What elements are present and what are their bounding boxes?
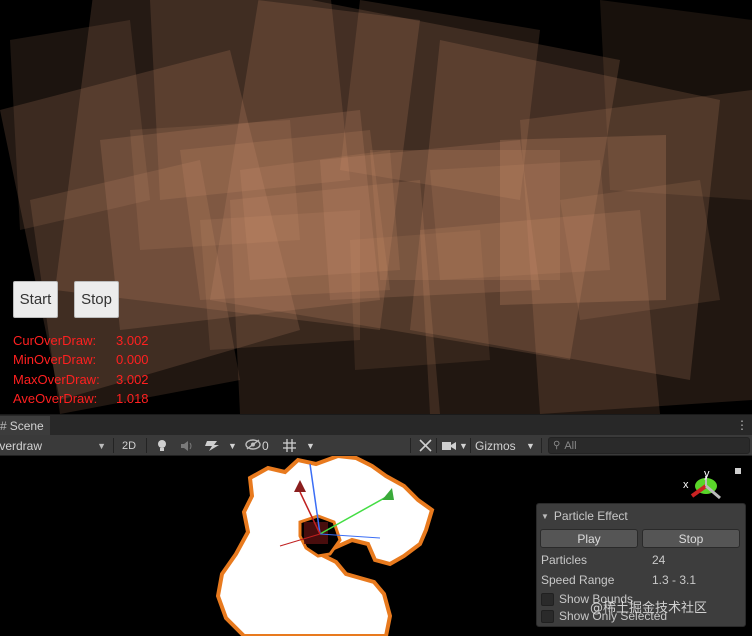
play-button[interactable]: Play (540, 529, 638, 548)
tab-scene[interactable]: # Scene (0, 416, 50, 436)
chevron-down-icon: ▼ (97, 440, 106, 451)
gizmo-x-label: x (683, 479, 689, 491)
row-label: Speed Range (541, 573, 615, 587)
chevron-down-icon[interactable]: ▼ (306, 435, 315, 456)
tools-icon[interactable] (418, 435, 432, 456)
particle-effect-title: Particle Effect (553, 509, 628, 523)
divider (541, 438, 542, 453)
stat-label: MinOverDraw: (13, 352, 97, 367)
chevron-down-icon[interactable]: ▼ (526, 435, 535, 456)
row-label: Particles (541, 553, 588, 567)
stat-value: 0.000 (116, 352, 149, 367)
gizmo-y-label: y (704, 468, 710, 480)
chevron-down-icon[interactable]: ▼ (228, 435, 237, 456)
stop-button[interactable]: Stop (642, 529, 740, 548)
hidden-count: 0 (262, 438, 269, 453)
ave-overdraw-stat: AveOverDraw: 1.018 (13, 391, 153, 409)
scene-toolbar: Overdraw ▼ 2D ▼ 0 ▼ (0, 435, 752, 456)
divider (436, 438, 437, 453)
stat-value: 3.002 (116, 372, 149, 387)
row-value: 24 (652, 553, 666, 567)
hidden-objects-toggle[interactable]: 0 (245, 435, 275, 456)
stat-label: MaxOverDraw: (13, 372, 100, 387)
chevron-down-icon[interactable]: ▼ (459, 435, 468, 456)
stat-label: CurOverDraw: (13, 333, 97, 348)
cur-overdraw-stat: CurOverDraw: 3.002 (13, 333, 153, 351)
stop-button[interactable]: Stop (74, 281, 119, 318)
stat-value: 1.018 (116, 391, 149, 406)
divider (146, 438, 147, 453)
search-field[interactable]: ⚲ All (548, 437, 750, 454)
grid-icon[interactable] (282, 435, 296, 456)
stat-label: AveOverDraw: (13, 391, 98, 406)
triangle-down-icon: ▼ (541, 511, 549, 521)
lightbulb-icon[interactable] (155, 435, 169, 456)
toggle-2d-button[interactable]: 2D (118, 435, 140, 456)
checkbox-box[interactable] (541, 592, 554, 606)
tab-scene-label: Scene (9, 419, 44, 433)
draw-mode-dropdown[interactable]: Overdraw ▼ (0, 435, 110, 456)
speaker-icon[interactable] (180, 435, 194, 456)
divider (113, 438, 114, 453)
particles-row: Particles 24 (541, 553, 741, 569)
divider (470, 438, 471, 453)
game-view: Start Stop CurOverDraw: 3.002 MinOverDra… (0, 0, 752, 414)
particle-effect-header[interactable]: ▼ Particle Effect (541, 509, 628, 523)
row-value: 1.3 - 3.1 (652, 573, 697, 587)
particle-blob (215, 456, 435, 636)
orientation-gizmo[interactable] (690, 468, 741, 500)
divider (410, 438, 411, 453)
min-overdraw-stat: MinOverDraw: 0.000 (13, 352, 153, 370)
draw-mode-value: Overdraw (0, 438, 43, 453)
speed-range-row: Speed Range 1.3 - 3.1 (541, 573, 741, 589)
effects-icon[interactable] (203, 435, 221, 456)
max-overdraw-stat: MaxOverDraw: 3.002 (13, 372, 153, 390)
gizmos-button[interactable]: Gizmos (475, 435, 523, 456)
unity-editor: Start Stop CurOverDraw: 3.002 MinOverDra… (0, 0, 752, 636)
search-icon: ⚲ (553, 440, 561, 451)
grid-hash-icon: # (0, 419, 7, 433)
scene-tab-bar: # Scene ⋮ (0, 414, 752, 436)
camera-icon[interactable] (441, 435, 457, 456)
kebab-menu-icon[interactable]: ⋮ (736, 418, 748, 432)
search-placeholder: All (564, 439, 577, 452)
stat-value: 3.002 (116, 333, 149, 348)
eye-slash-icon (245, 438, 261, 453)
checkbox-box[interactable] (541, 609, 554, 623)
start-button[interactable]: Start (13, 281, 58, 318)
watermark: @稀土掘金技术社区 (590, 601, 708, 616)
